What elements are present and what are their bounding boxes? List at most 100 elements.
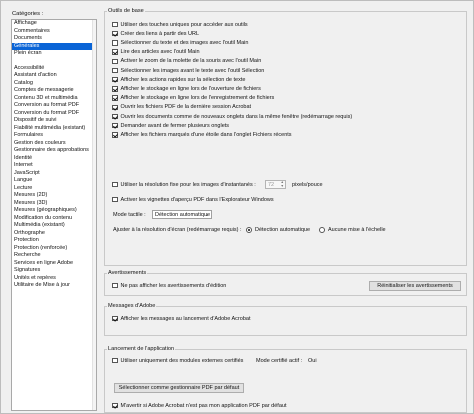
avertissements-row: Ne pas afficher les avertissements d'édi… (112, 282, 226, 289)
outils-option-checkbox[interactable] (112, 40, 118, 46)
category-item[interactable]: Contenu 3D et multimédia (12, 95, 96, 103)
category-item[interactable]: Mesures (2D) (12, 192, 96, 200)
radio-none-row: Aucune mise à l'échelle (319, 226, 386, 233)
radio-auto-row: Détection automatique (246, 226, 310, 233)
ajuster-label: Ajuster à la résolution d'écran (redémar… (113, 227, 242, 233)
category-item[interactable]: Signatures (12, 267, 96, 275)
reset-warnings-button[interactable]: Réinitialiser les avertissements (369, 281, 461, 291)
radio-auto-label: Détection automatique (255, 226, 311, 233)
category-item[interactable]: Gestionnaire des approbations (12, 147, 96, 155)
outils-option-label: Ouvrir les fichiers PDF de la dernière s… (120, 104, 252, 111)
lancement-label: Utiliser uniquement des modules externes… (120, 357, 244, 364)
mode-tactile-value: Détection automatique (155, 211, 211, 218)
category-item[interactable]: Services en ligne Adobe (12, 260, 96, 268)
category-item[interactable]: Commentaires (12, 28, 96, 36)
category-item[interactable]: Lecture (12, 185, 96, 193)
category-item[interactable]: Multimédia (existant) (12, 222, 96, 230)
category-item[interactable]: Accessibilité (12, 65, 96, 73)
outils-option-label: Ouvrir les documents comme de nouveaux o… (120, 113, 353, 120)
category-item[interactable]: Catalog (12, 80, 96, 88)
outils-option-row: Créer des liens à partir des URL (112, 30, 199, 37)
outils-option-row: Lire des articles avec l'outil Main (112, 49, 200, 56)
outils-option-label: Demander avant de fermer plusieurs ongle… (120, 122, 230, 129)
lancement-warn-checkbox[interactable] (112, 402, 118, 409)
category-item[interactable]: Protection (12, 237, 96, 245)
resolution-row: Utiliser la résolution fixe pour les ima… (112, 181, 256, 188)
messages-checkbox[interactable] (112, 315, 118, 322)
outils-option-checkbox[interactable] (112, 21, 118, 28)
spinner-arrows-icon[interactable]: ▲ ▼ (281, 180, 284, 188)
category-item[interactable]: Dispositif de suivi (12, 117, 96, 125)
category-item[interactable]: Documents (12, 35, 96, 43)
category-item[interactable]: Comptes de messagerie (12, 87, 96, 95)
outils-option-checkbox[interactable] (112, 104, 118, 111)
category-item[interactable]: Mesures (3D) (12, 200, 96, 208)
category-item[interactable]: Identité (12, 155, 96, 163)
category-item[interactable]: Conversion du format PDF (12, 110, 96, 118)
resolution-unit: pixels/pouce (292, 182, 323, 188)
outils-option-checkbox[interactable] (112, 76, 118, 83)
category-item[interactable]: Utilitaire de Mise à jour (12, 282, 96, 290)
category-item[interactable]: Internet (12, 162, 96, 170)
outils-option-label: Utiliser des touches uniques pour accéde… (120, 21, 248, 28)
lancement-checkbox[interactable] (112, 357, 118, 364)
outils-option-checkbox[interactable] (112, 86, 118, 92)
outils-option-checkbox[interactable] (112, 122, 118, 129)
category-item[interactable]: JavaScript (12, 170, 96, 178)
categories-list[interactable]: Affichage Commentaires Documents Générales P… (11, 19, 97, 411)
category-item[interactable]: Mesures (géographiques) (12, 207, 96, 215)
category-item[interactable]: Unités et repères (12, 275, 96, 283)
category-item[interactable]: Gestion des couleurs (12, 140, 96, 148)
outils-option-label: Sélectionner les images avant le texte a… (120, 67, 265, 74)
avertissements-checkbox[interactable] (112, 282, 118, 289)
outils-option-checkbox[interactable] (112, 58, 118, 65)
outils-option-row: Afficher le stockage en ligne lors de l'… (112, 95, 274, 102)
categories-label: Catégories : (12, 11, 44, 17)
lancement-warn-row: M'avertir si Adobe Acrobat n'est pas mon… (112, 402, 286, 409)
outils-option-label: Lire des articles avec l'outil Main (120, 49, 200, 56)
category-item[interactable]: Fiabilité multimédia (existant) (12, 125, 96, 133)
vignettes-label: Activer les vignettes d'aperçu PDF dans … (120, 196, 274, 203)
category-item[interactable]: Langue (12, 177, 96, 185)
chevron-down-icon: ⌄ (204, 212, 209, 218)
category-item[interactable]: Protection (renforcée) (12, 245, 96, 253)
mode-tactile-select[interactable]: Détection automatique ⌄ (152, 210, 212, 219)
outils-option-checkbox[interactable] (112, 67, 118, 74)
mode-tactile-label: Mode tactile : (113, 212, 146, 218)
resolution-checkbox[interactable] (112, 181, 118, 188)
categories-scrollbar[interactable] (92, 20, 96, 410)
vignettes-checkbox[interactable] (112, 196, 118, 203)
category-item[interactable]: Orthographe (12, 230, 96, 238)
category-item[interactable]: Conversion au format PDF (12, 102, 96, 110)
outils-option-row: Ouvrir les fichiers PDF de la dernière s… (112, 104, 251, 111)
outils-option-checkbox[interactable] (112, 49, 118, 55)
lancement-row: Utiliser uniquement des modules externes… (112, 357, 243, 364)
messages-row: Afficher les messages au lancement d'Ado… (112, 315, 250, 322)
outils-option-row: Sélectionner les images avant le texte a… (112, 67, 264, 74)
outils-option-label: Créer des liens à partir des URL (120, 30, 200, 37)
outils-option-checkbox[interactable] (112, 30, 118, 37)
category-item[interactable]: Modification du contenu (12, 215, 96, 223)
avertissements-title: Avertissements (107, 270, 148, 276)
outils-option-label: Afficher les fichiers marqués d'une étoi… (120, 131, 292, 138)
outils-option-checkbox[interactable] (112, 113, 118, 120)
outils-option-label: Afficher le stockage en ligne lors de l'… (120, 85, 261, 92)
mode-certifie-label: Mode certifié actif : (256, 358, 303, 364)
outils-option-label: Sélectionner du texte et des images avec… (120, 39, 249, 46)
category-item[interactable]: Assistant d'action (12, 72, 96, 80)
outils-option-checkbox[interactable] (112, 95, 118, 101)
resolution-spinner[interactable]: 72 ▲ ▼ (265, 180, 286, 189)
category-item[interactable]: Générales (12, 42, 96, 50)
messages-label: Afficher les messages au lancement d'Ado… (120, 315, 251, 322)
outils-option-row: Demander avant de fermer plusieurs ongle… (112, 122, 229, 129)
outils-option-checkbox[interactable] (112, 132, 118, 138)
category-item[interactable]: Affichage (12, 20, 96, 28)
category-item[interactable]: Formulaires (12, 132, 96, 140)
category-item[interactable]: Plein écran (12, 50, 96, 58)
category-item[interactable]: Recherche (12, 252, 96, 260)
default-pdf-handler-button[interactable]: Sélectionner comme gestionnaire PDF par … (114, 383, 244, 393)
radio-auto-button[interactable] (246, 226, 252, 233)
outils-option-row: Activer le zoom de la molette de la sour… (112, 58, 261, 65)
radio-none-button[interactable] (319, 226, 325, 233)
outils-option-label: Activer le zoom de la molette de la sour… (120, 58, 262, 65)
